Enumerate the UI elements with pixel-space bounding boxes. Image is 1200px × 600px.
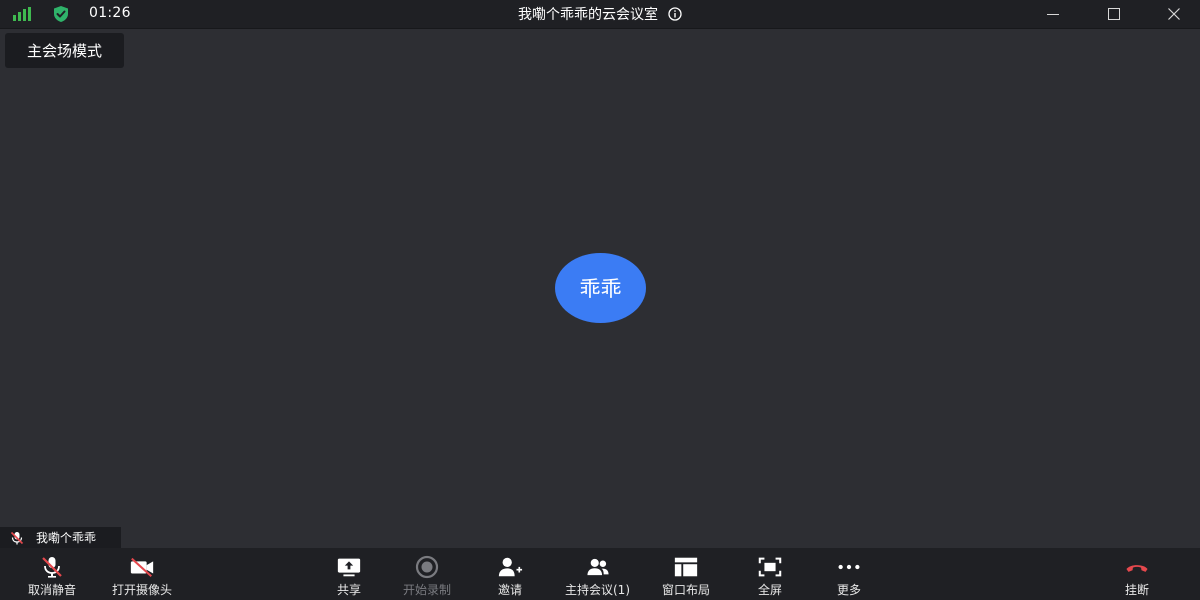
host-meeting-label: 主持会议(1) [565, 583, 630, 597]
unmute-button[interactable]: 取消静音 [28, 548, 76, 600]
title-center: 我嘞个乖乖的云会议室 [0, 0, 1200, 28]
close-button[interactable] [1151, 0, 1197, 28]
mic-muted-icon [42, 557, 62, 578]
unmute-label: 取消静音 [28, 583, 77, 597]
title-bar: 01:26 我嘞个乖乖的云会议室 [0, 0, 1200, 29]
participant-name-tag: 我嘞个乖乖 [0, 527, 121, 548]
camera-off-icon [130, 557, 154, 578]
start-recording-button[interactable]: 开始录制 [403, 548, 451, 600]
info-icon[interactable] [668, 7, 682, 21]
close-icon [1168, 8, 1180, 20]
minimize-icon [1047, 14, 1059, 15]
add-user-icon [498, 557, 523, 577]
maximize-icon [1108, 8, 1120, 20]
invite-label: 邀请 [497, 583, 522, 597]
maximize-button[interactable] [1091, 0, 1137, 28]
mic-muted-icon [10, 531, 24, 544]
hang-up-label: 挂断 [1124, 583, 1149, 597]
share-screen-icon [337, 558, 361, 577]
more-icon [838, 564, 860, 570]
minimize-button[interactable] [1030, 0, 1076, 28]
signal-strength-icon[interactable] [12, 7, 32, 21]
hang-up-button[interactable]: 挂断 [1124, 548, 1150, 600]
meeting-toolbar: 取消静音 打开摄像头 共享 开始录制 邀请 主持会议(1) 窗口布局 全屏 更多… [0, 548, 1200, 600]
meeting-window: 01:26 我嘞个乖乖的云会议室 主会场模式 乖乖 我嘞个乖乖 取消静音 打开摄… [0, 0, 1200, 600]
fullscreen-label: 全屏 [757, 583, 782, 597]
host-meeting-button[interactable]: 主持会议(1) [565, 548, 630, 600]
share-screen-button[interactable]: 共享 [336, 548, 362, 600]
main-venue-mode-button[interactable]: 主会场模式 [5, 33, 124, 68]
invite-button[interactable]: 邀请 [497, 548, 523, 600]
layout-icon [674, 557, 698, 577]
shield-check-icon[interactable] [52, 5, 70, 23]
fullscreen-icon [758, 557, 782, 577]
start-camera-label: 打开摄像头 [112, 583, 173, 597]
fullscreen-button[interactable]: 全屏 [757, 548, 783, 600]
hang-up-icon [1126, 565, 1148, 572]
start-recording-label: 开始录制 [403, 583, 452, 597]
participants-icon [586, 558, 609, 576]
share-screen-label: 共享 [336, 583, 361, 597]
window-layout-button[interactable]: 窗口布局 [662, 548, 710, 600]
participant-name: 我嘞个乖乖 [36, 531, 97, 545]
record-icon [415, 555, 439, 579]
start-camera-button[interactable]: 打开摄像头 [112, 548, 172, 600]
meeting-timer: 01:26 [89, 5, 131, 21]
participant-avatar: 乖乖 [555, 253, 646, 323]
more-button[interactable]: 更多 [836, 548, 862, 600]
more-label: 更多 [836, 583, 861, 597]
meeting-title[interactable]: 我嘞个乖乖的云会议室 [518, 4, 658, 24]
window-layout-label: 窗口布局 [662, 583, 711, 597]
